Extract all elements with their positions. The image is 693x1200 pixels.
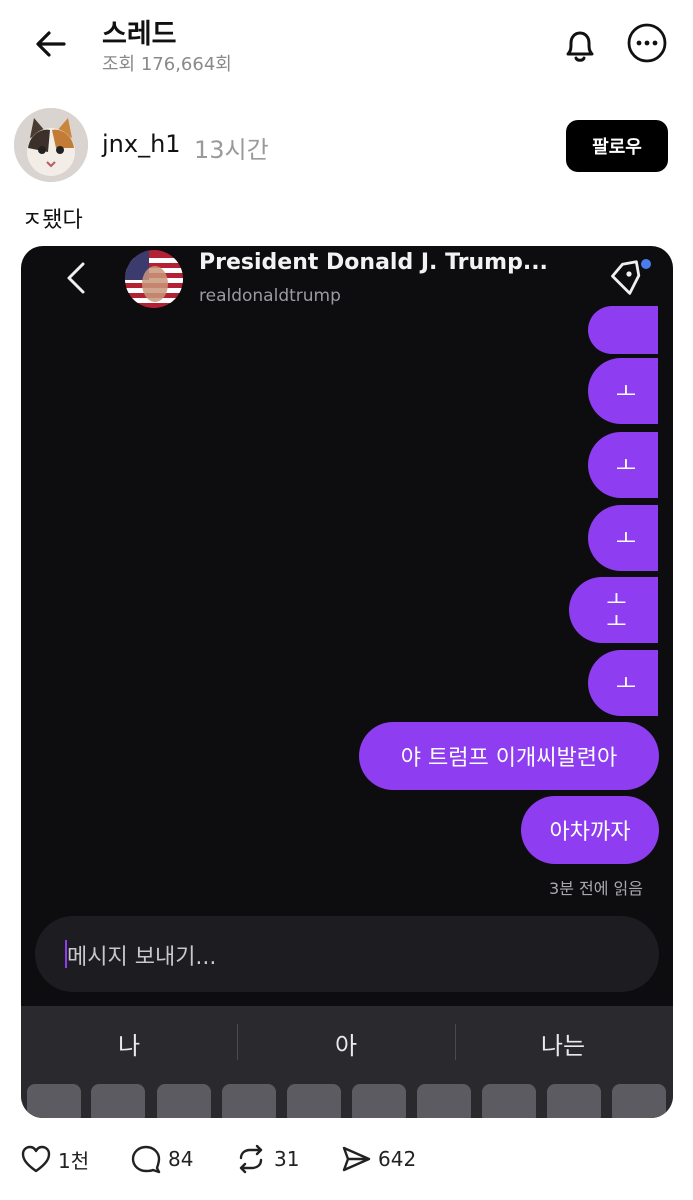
back-button[interactable] — [30, 24, 70, 64]
message-bubble-partial — [588, 306, 658, 354]
message-bubble[interactable]: ㅗㅗ — [569, 577, 658, 643]
dm-header: President Donald J. Trump... realdonaldt… — [21, 246, 673, 316]
tag-icon — [605, 256, 655, 302]
like-count: 1천 — [58, 1148, 90, 1173]
suggestion-divider — [237, 1024, 238, 1060]
like-button[interactable]: 1천 — [20, 1144, 89, 1174]
keyboard-key — [222, 1084, 276, 1118]
bell-icon — [566, 31, 594, 62]
notification-button[interactable] — [558, 24, 602, 68]
message-bubble[interactable]: 아차까자 — [521, 796, 659, 864]
flag-avatar-icon — [125, 250, 183, 308]
repost-count: 31 — [274, 1147, 300, 1171]
post-text: ㅈ됐다 — [22, 208, 83, 233]
send-icon — [342, 1146, 371, 1172]
keyboard-key — [352, 1084, 406, 1118]
cat-avatar-icon — [14, 108, 88, 182]
message-bubble[interactable]: ㅗ — [588, 358, 658, 424]
keyboard-key — [547, 1084, 601, 1118]
keyboard-key — [287, 1084, 341, 1118]
repost-button[interactable]: 31 — [234, 1144, 299, 1174]
more-icon — [627, 23, 667, 63]
comment-icon — [131, 1145, 161, 1174]
keyboard-key — [417, 1084, 471, 1118]
dm-contact-name: President Donald J. Trump... — [199, 250, 548, 275]
keyboard-key — [27, 1084, 81, 1118]
comment-count: 84 — [168, 1147, 194, 1171]
message-bubble[interactable]: ㅗ — [588, 432, 658, 498]
dm-contact-handle: realdonaldtrump — [199, 286, 341, 306]
share-count: 642 — [378, 1147, 417, 1171]
arrow-left-icon — [36, 31, 66, 57]
post-time: 13시간 — [194, 136, 269, 164]
dm-back-icon — [61, 258, 91, 298]
attached-screenshot[interactable]: President Donald J. Trump... realdonaldt… — [21, 246, 673, 1118]
message-bubble[interactable]: ㅗ — [588, 650, 658, 716]
keyboard-suggestion: 나 — [117, 1032, 141, 1060]
keyboard-key — [91, 1084, 145, 1118]
repost-icon — [239, 1144, 263, 1174]
message-bubble[interactable]: 야 트럼프 이개씨발련아 — [359, 722, 659, 790]
page-title: 스레드 — [102, 19, 177, 50]
keyboard-key — [482, 1084, 536, 1118]
post-actions: 1천 84 31 642 — [0, 1134, 693, 1182]
author-avatar[interactable] — [14, 108, 88, 182]
message-input-placeholder: 메시지 보내기... — [67, 945, 217, 970]
keyboard-key — [612, 1084, 666, 1118]
view-count: 조회 176,664회 — [102, 54, 232, 75]
suggestion-divider — [455, 1024, 456, 1060]
author-username[interactable]: jnx_h1 — [102, 130, 181, 158]
comment-button[interactable]: 84 — [130, 1144, 193, 1174]
dm-avatar — [125, 250, 183, 308]
keyboard-key — [157, 1084, 211, 1118]
keyboard-suggestion: 나는 — [540, 1032, 586, 1060]
share-button[interactable]: 642 — [340, 1144, 416, 1174]
keyboard-suggestion: 아 — [334, 1032, 358, 1060]
heart-icon — [21, 1145, 51, 1173]
more-options-button[interactable] — [626, 22, 668, 64]
app-header: 스레드 조회 176,664회 — [0, 0, 693, 90]
read-receipt: 3분 전에 읽음 — [549, 879, 643, 898]
message-bubble[interactable]: ㅗ — [588, 505, 658, 571]
follow-button[interactable]: 팔로우 — [566, 120, 668, 172]
